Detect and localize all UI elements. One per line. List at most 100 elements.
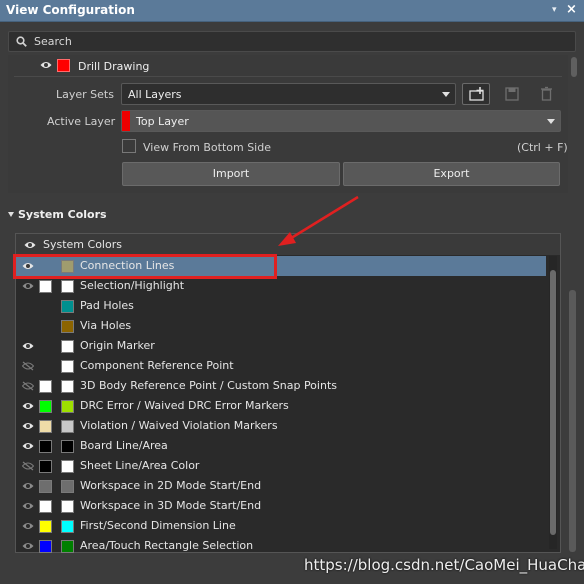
color-swatch-secondary[interactable] [61,360,74,373]
system-colors-section-header[interactable]: System Colors [8,208,107,221]
color-swatch-secondary[interactable] [61,300,74,313]
color-swatch-secondary[interactable] [61,400,74,413]
color-swatch-primary[interactable] [39,540,52,553]
eye-icon[interactable] [22,481,34,491]
color-swatch-primary[interactable] [39,400,52,413]
color-swatch-primary[interactable] [39,380,52,393]
chevron-down-icon [442,92,450,97]
color-swatch-primary[interactable] [39,460,52,473]
color-row[interactable]: Component Reference Point [16,356,546,376]
color-swatch-primary[interactable] [39,500,52,513]
color-row[interactable]: 3D Body Reference Point / Custom Snap Po… [16,376,546,396]
active-layer-color [122,111,130,131]
color-row[interactable]: Violation / Waived Violation Markers [16,416,546,436]
export-button[interactable]: Export [343,162,560,186]
save-icon [505,87,519,101]
view-from-bottom-label: View From Bottom Side [143,141,271,154]
layer-sets-value: All Layers [128,88,182,101]
color-swatch-secondary[interactable] [61,440,74,453]
color-swatch-secondary[interactable] [61,380,74,393]
color-swatch-secondary[interactable] [61,320,74,333]
color-swatch-secondary[interactable] [61,420,74,433]
layer-row-drill-drawing[interactable]: Drill Drawing [14,55,562,77]
view-from-bottom-checkbox[interactable] [122,139,136,153]
color-row[interactable]: Via Holes [16,316,546,336]
layer-sets-label: Layer Sets [56,88,114,101]
eye-off-icon[interactable] [22,461,34,471]
color-row[interactable]: Selection/Highlight [16,276,546,296]
color-row-label: Pad Holes [80,299,134,312]
layer-name: Drill Drawing [78,60,150,73]
color-row[interactable]: First/Second Dimension Line [16,516,546,536]
color-swatch-primary[interactable] [39,480,52,493]
color-swatch-secondary[interactable] [61,520,74,533]
eye-icon[interactable] [22,341,34,351]
section-title: System Colors [18,208,107,221]
trash-icon [541,86,552,101]
color-swatch-primary[interactable] [39,420,52,433]
eye-icon[interactable] [22,541,34,551]
color-row[interactable]: Workspace in 2D Mode Start/End [16,476,546,496]
layer-sets-dropdown[interactable]: All Layers [121,83,456,105]
eye-icon[interactable] [22,401,34,411]
color-row-label: Workspace in 2D Mode Start/End [80,479,262,492]
watermark: https://blog.csdn.net/CaoMei_HuaCha- [304,556,584,574]
color-row-label: Via Holes [80,319,132,332]
layer-color-swatch[interactable] [57,59,70,72]
eye-off-icon[interactable] [22,381,34,391]
list-scrollbar[interactable] [549,256,557,549]
save-layer-set-button[interactable] [498,83,526,105]
eye-icon[interactable] [22,421,34,431]
color-swatch-primary[interactable] [39,520,52,533]
eye-icon[interactable] [22,521,34,531]
title-bar: View Configuration ▾ × [0,0,584,22]
color-row[interactable]: Sheet Line/Area Color [16,456,546,476]
eye-icon[interactable] [24,240,36,250]
eye-icon[interactable] [40,60,52,70]
color-swatch-secondary[interactable] [61,480,74,493]
color-row-label: Selection/Highlight [80,279,185,292]
color-row[interactable]: Board Line/Area [16,436,546,456]
color-row-label: First/Second Dimension Line [80,519,236,532]
color-row[interactable]: DRC Error / Waived DRC Error Markers [16,396,546,416]
search-icon [16,36,27,47]
delete-layer-set-button[interactable] [533,83,561,105]
close-icon[interactable]: × [566,2,577,17]
color-swatch-secondary[interactable] [61,540,74,553]
list-scrollbar-thumb[interactable] [550,270,556,535]
color-swatch-primary[interactable] [39,280,52,293]
color-row[interactable]: Area/Touch Rectangle Selection [16,536,546,556]
color-row-label: DRC Error / Waived DRC Error Markers [80,399,289,412]
add-layer-set-icon [469,87,484,101]
color-row-label: Sheet Line/Area Color [80,459,200,472]
color-swatch-secondary[interactable] [61,280,74,293]
pin-dropdown-icon[interactable]: ▾ [552,5,557,15]
color-swatch-primary[interactable] [39,440,52,453]
panel-scrollbar[interactable] [569,290,576,552]
add-layer-set-button[interactable] [462,83,490,105]
color-swatch-secondary[interactable] [61,340,74,353]
panel-scrollbar-top[interactable] [571,57,577,77]
color-row[interactable]: Pad Holes [16,296,546,316]
system-colors-list-header[interactable]: System Colors [16,234,560,255]
search-placeholder: Search [34,35,72,48]
color-swatch-secondary[interactable] [61,500,74,513]
eye-icon[interactable] [22,441,34,451]
eye-icon[interactable] [22,281,34,291]
eye-icon[interactable] [22,501,34,511]
color-row-label: Board Line/Area [80,439,168,452]
color-row-label: Workspace in 3D Mode Start/End [80,499,262,512]
color-row-label: Component Reference Point [80,359,234,372]
import-button[interactable]: Import [122,162,340,186]
color-row[interactable]: Origin Marker [16,336,546,356]
eye-off-icon[interactable] [22,361,34,371]
collapse-triangle-icon [8,212,14,217]
color-swatch-secondary[interactable] [61,460,74,473]
active-layer-value: Top Layer [136,115,189,128]
color-row[interactable]: Workspace in 3D Mode Start/End [16,496,546,516]
search-input[interactable]: Search [8,31,576,52]
list-header-label: System Colors [43,238,122,251]
active-layer-dropdown[interactable]: Top Layer [121,110,561,132]
active-layer-label: Active Layer [47,115,116,128]
red-highlight-box [13,254,277,279]
